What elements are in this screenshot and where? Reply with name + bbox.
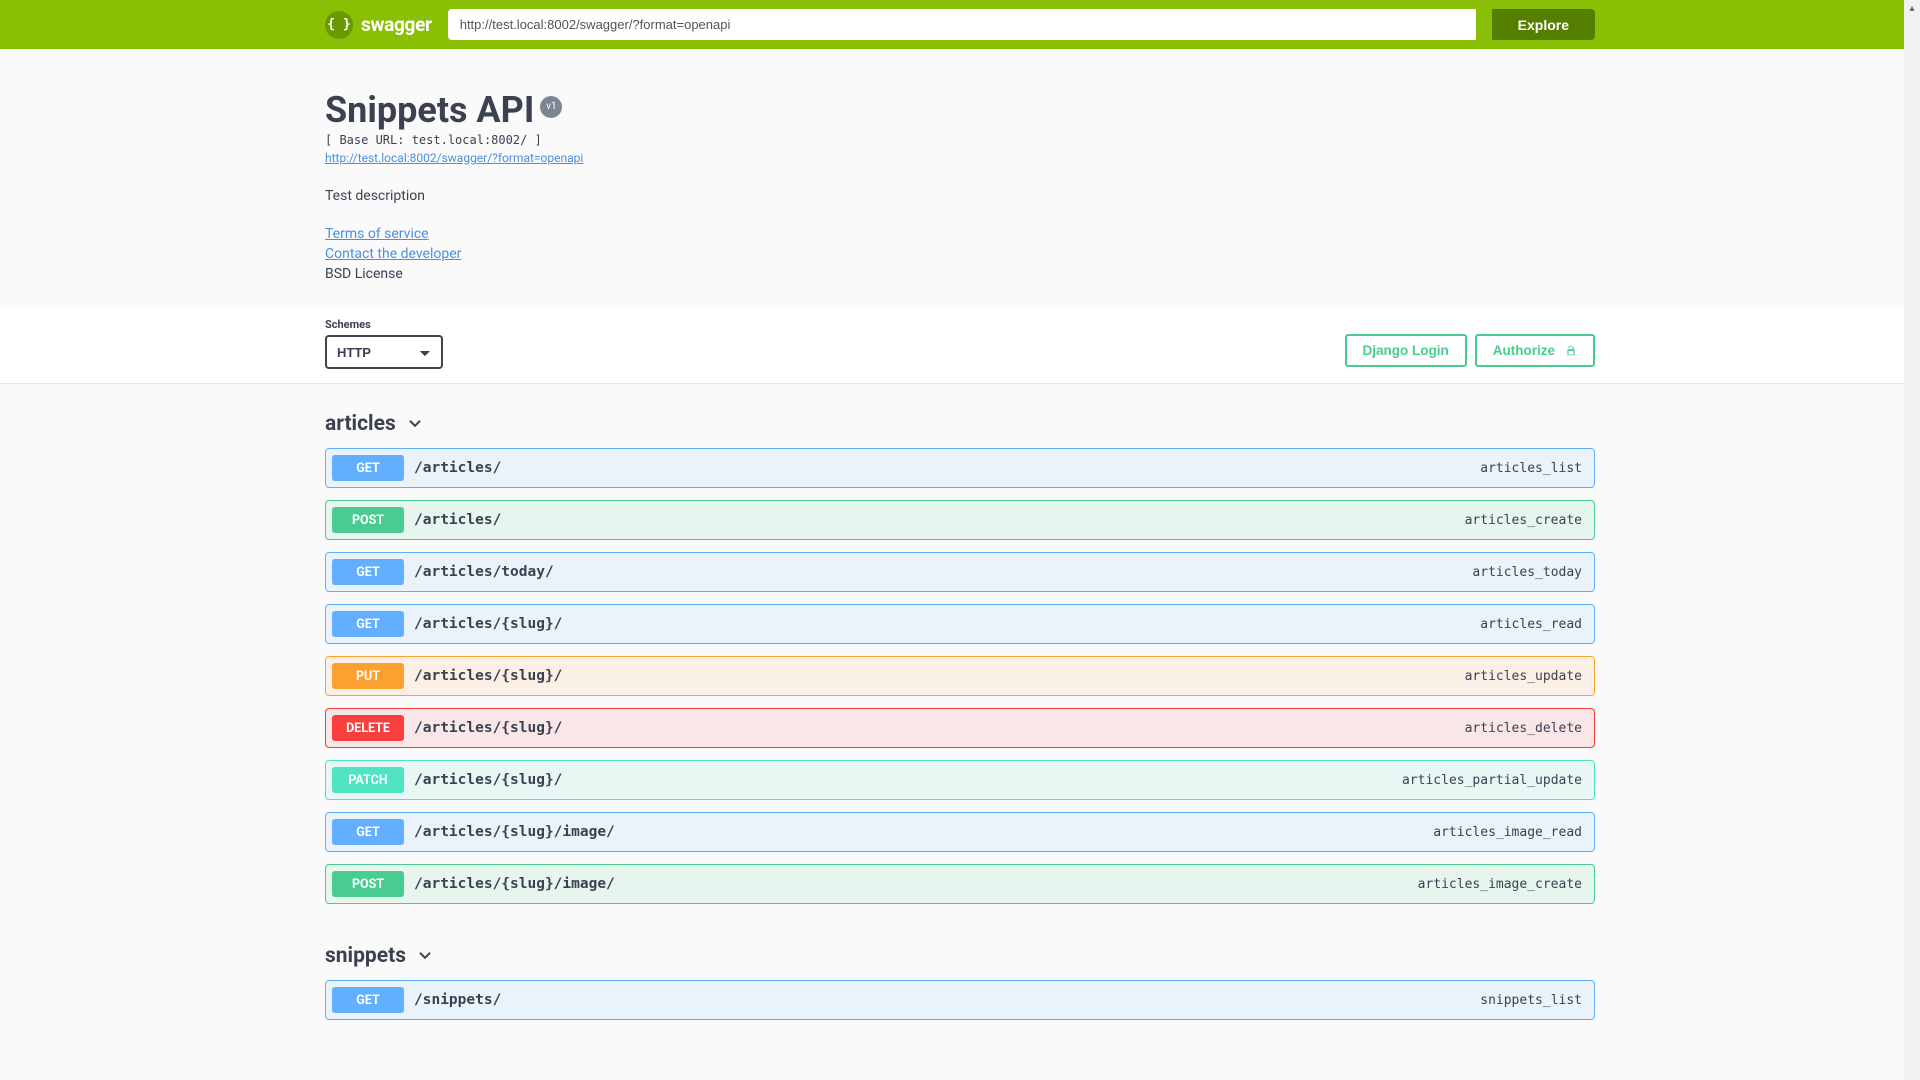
http-method-badge: GET [332, 819, 404, 845]
scheme-select[interactable]: HTTP [325, 335, 443, 369]
vertical-scrollbar[interactable]: ▴ [1904, 0, 1920, 1080]
authorize-button[interactable]: Authorize [1475, 334, 1595, 367]
operation-path: /snippets/ [414, 992, 501, 1008]
django-login-button[interactable]: Django Login [1345, 334, 1467, 367]
tag-name: articles [325, 412, 396, 436]
operation-path: /articles/{slug}/ [414, 720, 562, 736]
chevron-down-icon [406, 415, 424, 433]
operation-row[interactable]: POST/articles/articles_create [325, 500, 1595, 540]
http-method-badge: GET [332, 987, 404, 1013]
swagger-logo[interactable]: { } swagger [325, 11, 432, 39]
operation-row[interactable]: POST/articles/{slug}/image/articles_imag… [325, 864, 1595, 904]
license-text: BSD License [325, 266, 1595, 282]
terms-of-service-link[interactable]: Terms of service [325, 226, 429, 242]
operation-row[interactable]: GET/snippets/snippets_list [325, 980, 1595, 1020]
schemes-bar: Schemes HTTP Django Login Authorize [0, 308, 1920, 384]
operation-row[interactable]: GET/articles/{slug}/image/articles_image… [325, 812, 1595, 852]
spec-url-input[interactable] [448, 9, 1476, 40]
operation-id: articles_delete [1465, 721, 1582, 736]
http-method-badge: DELETE [332, 715, 404, 741]
operation-path: /articles/today/ [414, 564, 554, 580]
api-title: Snippets API [325, 89, 534, 131]
operation-row[interactable]: DELETE/articles/{slug}/ articles_delete [325, 708, 1595, 748]
api-description: Test description [325, 188, 1595, 204]
chevron-down-icon [416, 947, 434, 965]
operation-row[interactable]: GET/articles/articles_list [325, 448, 1595, 488]
authorize-label: Authorize [1493, 343, 1555, 358]
operation-path: /articles/{slug}/ [414, 772, 562, 788]
spec-link[interactable]: http://test.local:8002/swagger/?format=o… [325, 151, 583, 165]
api-info: Snippets API v1 [ Base URL: test.local:8… [325, 49, 1595, 308]
operation-id: articles_read [1480, 617, 1582, 632]
scroll-up-arrow-icon[interactable]: ▴ [1904, 0, 1920, 16]
operation-row[interactable]: PUT/articles/{slug}/ articles_update [325, 656, 1595, 696]
operation-path: /articles/ [414, 512, 501, 528]
operation-row[interactable]: GET/articles/{slug}/ articles_read [325, 604, 1595, 644]
tag-section-snippets: snippets GET/snippets/snippets_list [325, 916, 1595, 1020]
api-version-badge: v1 [540, 96, 562, 118]
operation-id: articles_list [1480, 461, 1582, 476]
operation-id: articles_partial_update [1402, 773, 1582, 788]
operation-id: articles_update [1465, 669, 1582, 684]
operation-id: articles_today [1472, 565, 1582, 580]
operation-row[interactable]: GET/articles/today/articles_today [325, 552, 1595, 592]
operation-path: /articles/{slug}/ [414, 668, 562, 684]
contact-developer-link[interactable]: Contact the developer [325, 246, 461, 262]
operation-path: /articles/{slug}/ [414, 616, 562, 632]
http-method-badge: GET [332, 455, 404, 481]
operation-id: snippets_list [1480, 993, 1582, 1008]
swagger-logo-text: swagger [361, 13, 432, 36]
tag-name: snippets [325, 944, 406, 968]
django-login-label: Django Login [1363, 343, 1449, 358]
operation-id: articles_create [1465, 513, 1582, 528]
operation-id: articles_image_read [1433, 825, 1582, 840]
schemes-label: Schemes [325, 318, 443, 331]
operation-path: /articles/{slug}/image/ [414, 876, 615, 892]
operation-path: /articles/ [414, 460, 501, 476]
tag-header-articles[interactable]: articles [325, 406, 1595, 448]
topbar: { } swagger Explore [0, 0, 1920, 49]
swagger-logo-icon: { } [325, 11, 353, 39]
http-method-badge: GET [332, 611, 404, 637]
base-url: [ Base URL: test.local:8002/ ] [325, 133, 1595, 147]
operation-id: articles_image_create [1418, 877, 1582, 892]
unlock-icon [1565, 344, 1577, 358]
tag-header-snippets[interactable]: snippets [325, 938, 1595, 980]
operation-path: /articles/{slug}/image/ [414, 824, 615, 840]
explore-button[interactable]: Explore [1492, 9, 1595, 40]
operation-row[interactable]: PATCH/articles/{slug}/ articles_partial_u… [325, 760, 1595, 800]
http-method-badge: POST [332, 871, 404, 897]
http-method-badge: PATCH [332, 767, 404, 793]
http-method-badge: PUT [332, 663, 404, 689]
http-method-badge: GET [332, 559, 404, 585]
tag-section-articles: articles GET/articles/articles_list POST/a… [325, 384, 1595, 904]
http-method-badge: POST [332, 507, 404, 533]
